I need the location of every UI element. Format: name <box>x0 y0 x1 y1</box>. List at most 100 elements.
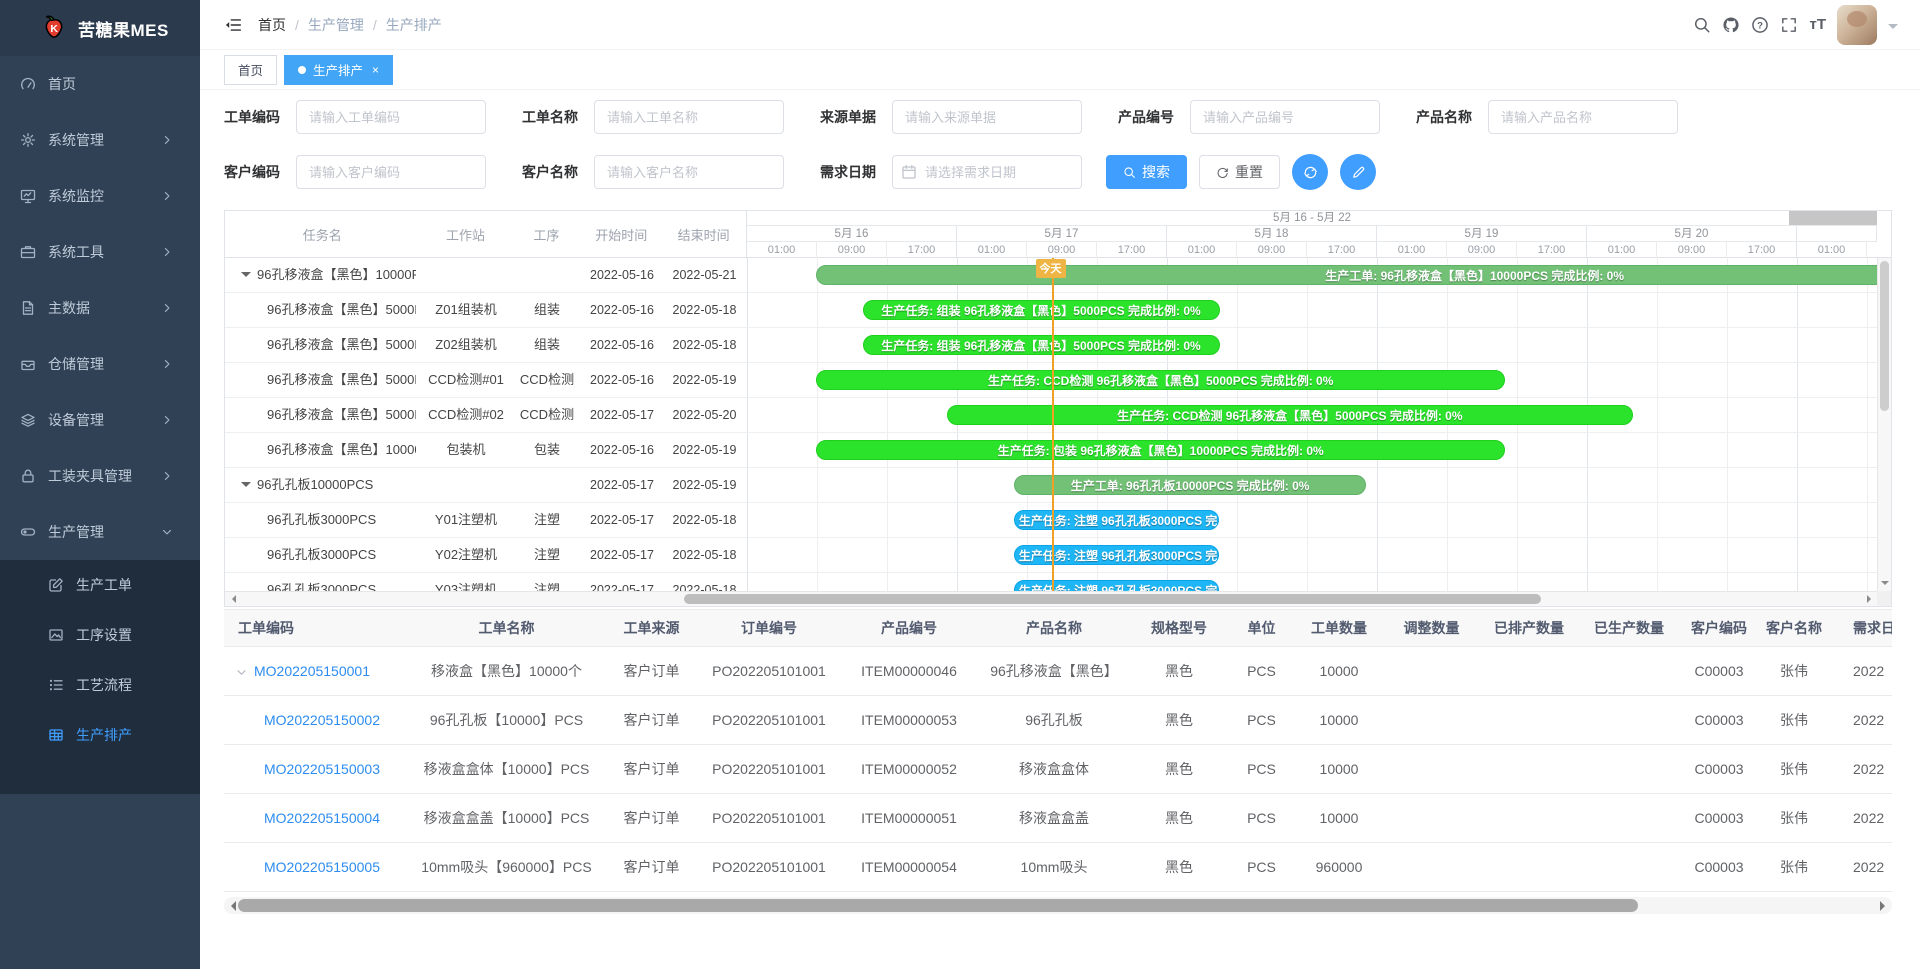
github-icon[interactable] <box>1722 16 1740 34</box>
orders-scrollbar-thumb[interactable] <box>238 899 1638 912</box>
gantt-bar-4[interactable]: 生产任务: CCD检测 96孔移液盒【黑色】5000PCS 完成比例: 0% <box>947 405 1634 425</box>
sidebar-item-6[interactable]: 设备管理 <box>0 392 200 448</box>
sidebar-subitem-工艺流程[interactable]: 工艺流程 <box>0 660 200 710</box>
gantt-bar-label: 生产工单: 96孔孔板10000PCS 完成比例: 0% <box>1067 477 1314 494</box>
help-icon[interactable]: ? <box>1751 16 1769 34</box>
gantt-end-date: 2022-05-21 <box>662 258 747 292</box>
app-logo[interactable]: K 苦糖果MES <box>0 0 200 56</box>
orders-cell: 客户订单 <box>604 661 699 681</box>
scroll-right-arrow-icon[interactable] <box>1880 901 1890 911</box>
filter-input-工单编码[interactable] <box>296 100 486 134</box>
user-avatar[interactable] <box>1837 5 1877 45</box>
filter-input-需求日期[interactable] <box>892 155 1082 189</box>
gantt-grid-column-工序: 工序 <box>511 225 581 244</box>
gantt-bar-7[interactable]: 生产任务: 注塑 96孔孔板3000PCS 完成比例: 0% <box>1014 510 1220 530</box>
gantt-hour-tick: 01:00 <box>747 242 817 258</box>
work-order-link[interactable]: MO202205150002 <box>264 712 380 728</box>
gantt-bar-label: 生产任务: 包装 96孔移液盒【黑色】10000PCS 完成比例: 0% <box>994 442 1328 459</box>
sidebar-item-8[interactable]: 生产管理 <box>0 504 200 560</box>
orders-cell: C00003 <box>1679 761 1759 777</box>
gantt-end-date: 2022-05-18 <box>662 538 747 572</box>
orders-row-0[interactable]: MO202205150001移液盒【黑色】10000个客户订单PO2022051… <box>224 647 1892 696</box>
gantt-bar-0[interactable]: 生产工单: 96孔移液盒【黑色】10000PCS 完成比例: 0% <box>816 265 1877 285</box>
gantt-bar-6[interactable]: 生产工单: 96孔孔板10000PCS 完成比例: 0% <box>1014 475 1367 495</box>
gantt-hour-tick: 09:00 <box>1027 242 1097 258</box>
orders-column-工单数量: 工单数量 <box>1294 618 1384 638</box>
gantt-process <box>512 258 582 292</box>
scroll-left-arrow-icon[interactable] <box>228 595 236 603</box>
orders-row-1[interactable]: MO20220515000296孔孔板【10000】PCS客户订单PO20220… <box>224 696 1892 745</box>
gantt-vertical-scrollbar[interactable] <box>1877 258 1891 591</box>
sidebar-item-2[interactable]: 系统监控 <box>0 168 200 224</box>
tab-生产排产[interactable]: 生产排产× <box>284 55 393 85</box>
sidebar-item-4[interactable]: 主数据 <box>0 280 200 336</box>
orders-cell: 张伟 <box>1759 808 1829 828</box>
gantt-bar-2[interactable]: 生产任务: 组装 96孔移液盒【黑色】5000PCS 完成比例: 0% <box>863 335 1220 355</box>
fullscreen-icon[interactable] <box>1780 16 1798 34</box>
filter-input-客户编码[interactable] <box>296 155 486 189</box>
gantt-hour-tick: 01:00 <box>1167 242 1237 258</box>
sidebar-item-1[interactable]: 系统管理 <box>0 112 200 168</box>
gantt-horizontal-scrollbar[interactable] <box>225 591 1877 606</box>
user-dropdown-caret-icon[interactable] <box>1888 24 1898 34</box>
gantt-bar-label: 生产任务: 组装 96孔移液盒【黑色】5000PCS 完成比例: 0% <box>877 302 1204 319</box>
filter-row-1: 工单编码工单名称来源单据产品编号产品名称 <box>224 100 1894 134</box>
search-icon[interactable] <box>1693 16 1711 34</box>
work-order-link[interactable]: MO202205150004 <box>264 810 380 826</box>
scroll-down-arrow-icon[interactable] <box>1878 577 1892 589</box>
table-icon <box>48 727 64 743</box>
gantt-hscroll-thumb[interactable] <box>684 594 1541 604</box>
fontsize-icon[interactable]: тT <box>1809 16 1826 33</box>
breadcrumb-item-0[interactable]: 首页 <box>258 15 286 35</box>
gantt-day-5月 19: 5月 19 <box>1377 226 1587 241</box>
sidebar-item-3[interactable]: 系统工具 <box>0 224 200 280</box>
work-order-link[interactable]: MO202205150003 <box>264 761 380 777</box>
gantt-station: Y01注塑机 <box>420 503 512 537</box>
sidebar-item-0[interactable]: 首页 <box>0 56 200 112</box>
filter-input-来源单据[interactable] <box>892 100 1082 134</box>
gantt-grid-column-任务名: 任务名 <box>225 225 420 244</box>
orders-cell: 960000 <box>1294 859 1384 875</box>
scroll-right-arrow-icon[interactable] <box>1867 595 1875 603</box>
sidebar-subitem-生产工单[interactable]: 生产工单 <box>0 560 200 610</box>
sidebar-subitem-工序设置[interactable]: 工序设置 <box>0 610 200 660</box>
gantt-task-name-text: 96孔孔板3000PCS <box>267 503 376 537</box>
scroll-left-arrow-icon[interactable] <box>226 901 236 911</box>
gantt-vscroll-thumb[interactable] <box>1880 261 1889 411</box>
breadcrumb-item-2[interactable]: 生产排产 <box>386 15 442 35</box>
orders-cell: 10000 <box>1294 761 1384 777</box>
search-button[interactable]: 搜索 <box>1106 155 1187 189</box>
orders-column-已排产数量: 已排产数量 <box>1479 618 1579 638</box>
reset-button[interactable]: 重置 <box>1199 155 1280 189</box>
gantt-bar-1[interactable]: 生产任务: 组装 96孔移液盒【黑色】5000PCS 完成比例: 0% <box>863 300 1220 320</box>
sidebar-subitem-生产排产[interactable]: 生产排产 <box>0 710 200 760</box>
tree-collapse-icon[interactable] <box>241 272 251 282</box>
refresh-gantt-button[interactable] <box>1292 154 1328 190</box>
gantt-bar-3[interactable]: 生产任务: CCD检测 96孔移液盒【黑色】5000PCS 完成比例: 0% <box>816 370 1505 390</box>
gantt-bar-5[interactable]: 生产任务: 包装 96孔移液盒【黑色】10000PCS 完成比例: 0% <box>816 440 1505 460</box>
sidebar-item-7[interactable]: 工装夹具管理 <box>0 448 200 504</box>
tree-collapse-icon[interactable] <box>241 482 251 492</box>
gantt-start-date: 2022-05-17 <box>582 468 662 502</box>
filter-label: 产品名称 <box>1416 107 1478 127</box>
filter-label: 客户名称 <box>522 162 584 182</box>
filter-input-客户名称[interactable] <box>594 155 784 189</box>
breadcrumb-item-1[interactable]: 生产管理 <box>308 15 364 35</box>
orders-row-4[interactable]: MO20220515000510mm吸头【960000】PCS客户订单PO202… <box>224 843 1892 892</box>
work-order-link[interactable]: MO202205150001 <box>254 663 370 679</box>
filter-input-产品名称[interactable] <box>1488 100 1678 134</box>
edit-schedule-button[interactable] <box>1340 154 1376 190</box>
orders-cell: MO202205150001 <box>224 663 409 679</box>
work-order-link[interactable]: MO202205150005 <box>264 859 380 875</box>
gantt-bar-8[interactable]: 生产任务: 注塑 96孔孔板3000PCS 完成比例: 0% <box>1014 545 1220 565</box>
tab-close-icon[interactable]: × <box>372 64 379 76</box>
tab-首页[interactable]: 首页 <box>224 55 277 85</box>
orders-row-3[interactable]: MO202205150004移液盒盒盖【10000】PCS客户订单PO20220… <box>224 794 1892 843</box>
menu-fold-icon[interactable] <box>224 16 242 34</box>
orders-horizontal-scrollbar[interactable] <box>224 897 1892 914</box>
row-expand-icon[interactable] <box>236 667 247 678</box>
filter-input-产品编号[interactable] <box>1190 100 1380 134</box>
filter-input-工单名称[interactable] <box>594 100 784 134</box>
sidebar-item-5[interactable]: 仓储管理 <box>0 336 200 392</box>
orders-row-2[interactable]: MO202205150003移液盒盒体【10000】PCS客户订单PO20220… <box>224 745 1892 794</box>
